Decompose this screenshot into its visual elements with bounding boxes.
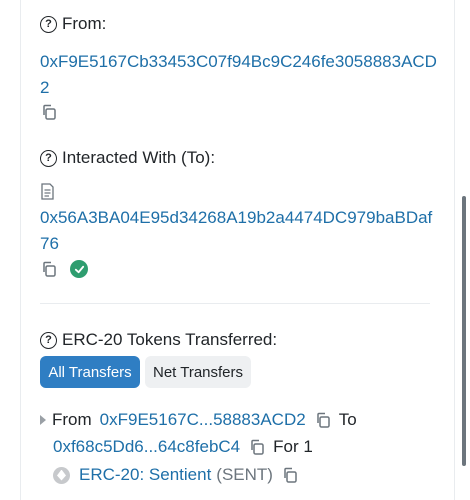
from-label-text: From: [62,14,107,33]
from-address-link[interactable]: 0xF9E5167Cb33453C07f94Bc9C246fe3058883AC… [40,49,440,101]
question-circle-icon[interactable]: ? [40,331,57,349]
check-circle-icon [70,260,88,278]
copy-icon[interactable] [41,261,57,277]
to-label-text: Interacted With (To): [62,148,216,167]
to-address-link[interactable]: 0x56A3BA04E95d34268A19b2a4474DC979baBDaf… [40,205,440,257]
copy-icon[interactable] [249,439,265,455]
from-label: ? From: [40,14,106,34]
copy-icon[interactable] [282,467,298,483]
for-amount: For 1 [273,437,313,456]
document-icon [41,183,54,200]
token-name-link[interactable]: ERC-20: Sentient [79,465,211,485]
question-circle-icon[interactable]: ? [40,149,57,167]
copy-icon[interactable] [315,412,331,428]
ethereum-token-icon [53,466,70,484]
from-word: From [52,410,92,429]
all-transfers-tab[interactable]: All Transfers [40,356,140,388]
to-label: ? Interacted With (To): [40,148,215,168]
copy-icon[interactable] [41,104,57,120]
left-border [20,0,21,500]
scrollbar[interactable] [462,196,466,466]
right-border [454,0,455,500]
transfer-row-line-2: 0xf68c5Dd6...64c8febC4 For 1 [53,437,313,457]
tokens-label: ? ERC-20 Tokens Transferred: [40,330,277,350]
section-divider [40,303,430,304]
token-symbol: (SENT) [216,465,273,484]
caret-right-icon[interactable] [40,415,46,425]
transfer-to-address-link[interactable]: 0xf68c5Dd6...64c8febC4 [53,437,240,457]
to-word: To [338,410,357,429]
transfer-from-address-link[interactable]: 0xF9E5167C...58883ACD2 [100,410,306,430]
tokens-label-text: ERC-20 Tokens Transferred: [62,330,278,349]
net-transfers-tab[interactable]: Net Transfers [145,356,251,388]
transfer-row-line-1: From 0xF9E5167C...58883ACD2 To [40,410,357,430]
question-circle-icon[interactable]: ? [40,15,57,33]
transfer-row-line-3: ERC-20: Sentient (SENT) [53,465,306,485]
